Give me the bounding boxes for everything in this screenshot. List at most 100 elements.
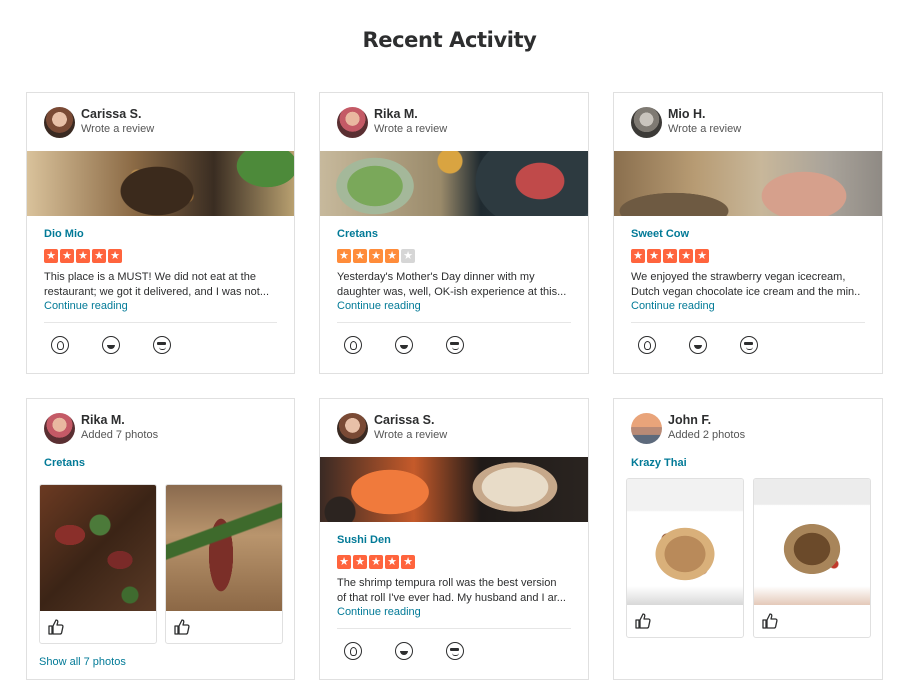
cool-icon[interactable] bbox=[740, 336, 758, 354]
review-snippet: The shrimp tempura roll was the best ver… bbox=[337, 577, 566, 604]
activity-type: Added 2 photos bbox=[668, 429, 746, 441]
cool-icon[interactable] bbox=[446, 336, 464, 354]
star-icon: ★ bbox=[92, 249, 106, 263]
thumbs-up-icon[interactable] bbox=[635, 613, 651, 629]
review-photo[interactable] bbox=[320, 151, 588, 216]
star-icon: ★ bbox=[353, 555, 367, 569]
star-icon: ★ bbox=[679, 249, 693, 263]
food-photo bbox=[754, 479, 870, 605]
avatar[interactable] bbox=[44, 412, 75, 444]
star-icon: ★ bbox=[108, 249, 122, 263]
avatar[interactable] bbox=[631, 412, 662, 444]
activity-type: Wrote a review bbox=[374, 429, 448, 441]
useful-icon[interactable] bbox=[51, 336, 69, 354]
activity-card: Rika M. Added 7 photos Cretans Show all … bbox=[26, 398, 295, 680]
continue-reading-link[interactable]: Continue reading bbox=[631, 300, 715, 312]
user-name[interactable]: Carissa S. bbox=[81, 107, 154, 122]
review-photo[interactable] bbox=[614, 151, 882, 216]
activity-card: Mio H. Wrote a review Sweet Cow ★ ★ ★ ★ … bbox=[613, 92, 883, 374]
user-name[interactable]: John F. bbox=[668, 413, 745, 428]
reaction-bar bbox=[638, 336, 758, 354]
funny-icon[interactable] bbox=[689, 336, 707, 354]
avatar[interactable] bbox=[44, 106, 75, 138]
cool-icon[interactable] bbox=[153, 336, 171, 354]
star-icon: ★ bbox=[369, 249, 383, 263]
useful-icon[interactable] bbox=[344, 336, 362, 354]
card-header: Mio H. Wrote a review bbox=[631, 106, 741, 138]
avatar[interactable] bbox=[337, 106, 368, 138]
continue-reading-link[interactable]: Continue reading bbox=[44, 300, 128, 312]
reaction-bar bbox=[344, 336, 464, 354]
cool-icon[interactable] bbox=[446, 642, 464, 660]
useful-icon[interactable] bbox=[344, 642, 362, 660]
activity-type: Wrote a review bbox=[81, 123, 155, 135]
avatar[interactable] bbox=[337, 412, 368, 444]
section-title: Recent Activity bbox=[362, 28, 537, 52]
star-icon: ★ bbox=[631, 249, 645, 263]
star-icon: ★ bbox=[44, 249, 58, 263]
divider bbox=[337, 628, 571, 629]
activity-type: Added 7 photos bbox=[81, 429, 159, 441]
activity-type: Wrote a review bbox=[374, 123, 448, 135]
funny-icon[interactable] bbox=[395, 642, 413, 660]
star-icon: ★ bbox=[337, 555, 351, 569]
star-icon: ★ bbox=[401, 555, 415, 569]
user-name[interactable]: Rika M. bbox=[81, 413, 158, 428]
thumbs-up-icon[interactable] bbox=[48, 619, 64, 635]
business-link[interactable]: Sweet Cow bbox=[631, 228, 689, 240]
funny-icon[interactable] bbox=[395, 336, 413, 354]
business-link[interactable]: Krazy Thai bbox=[631, 457, 687, 469]
star-icon: ★ bbox=[385, 249, 399, 263]
star-icon: ★ bbox=[401, 249, 415, 263]
star-icon: ★ bbox=[385, 555, 399, 569]
activity-card: Carissa S. Wrote a review Dio Mio ★ ★ ★ … bbox=[26, 92, 295, 374]
continue-reading-link[interactable]: Continue reading bbox=[337, 300, 421, 312]
star-icon: ★ bbox=[369, 555, 383, 569]
thumbs-up-icon[interactable] bbox=[174, 619, 190, 635]
star-icon: ★ bbox=[337, 249, 351, 263]
user-name[interactable]: Mio H. bbox=[668, 107, 741, 122]
user-name[interactable]: Carissa S. bbox=[374, 413, 447, 428]
card-header: John F. Added 2 photos bbox=[631, 412, 745, 444]
divider bbox=[631, 322, 865, 323]
food-photo bbox=[166, 485, 282, 611]
photo-thumbnail[interactable] bbox=[39, 484, 157, 644]
review-photo[interactable] bbox=[320, 457, 588, 522]
business-link[interactable]: Cretans bbox=[337, 228, 378, 240]
activity-type: Wrote a review bbox=[668, 123, 742, 135]
user-name[interactable]: Rika M. bbox=[374, 107, 447, 122]
star-rating: ★ ★ ★ ★ ★ bbox=[337, 555, 415, 569]
funny-icon[interactable] bbox=[102, 336, 120, 354]
star-icon: ★ bbox=[647, 249, 661, 263]
avatar[interactable] bbox=[631, 106, 662, 138]
review-snippet: This place is a MUST! We did not eat at … bbox=[44, 271, 270, 298]
card-header: Carissa S. Wrote a review bbox=[337, 412, 447, 444]
photo-thumbnail[interactable] bbox=[626, 478, 744, 638]
card-header: Rika M. Added 7 photos bbox=[44, 412, 158, 444]
useful-icon[interactable] bbox=[638, 336, 656, 354]
review-photo[interactable] bbox=[27, 151, 294, 216]
card-header: Rika M. Wrote a review bbox=[337, 106, 447, 138]
photo-thumbnail[interactable] bbox=[753, 478, 871, 638]
star-icon: ★ bbox=[663, 249, 677, 263]
business-link[interactable]: Sushi Den bbox=[337, 534, 391, 546]
card-header: Carissa S. Wrote a review bbox=[44, 106, 154, 138]
like-area bbox=[40, 611, 156, 643]
activity-card: Rika M. Wrote a review Cretans ★ ★ ★ ★ ★… bbox=[319, 92, 589, 374]
star-icon: ★ bbox=[695, 249, 709, 263]
show-all-photos-link[interactable]: Show all 7 photos bbox=[39, 656, 126, 668]
business-link[interactable]: Cretans bbox=[44, 457, 85, 469]
continue-reading-link[interactable]: Continue reading bbox=[337, 606, 421, 618]
business-link[interactable]: Dio Mio bbox=[44, 228, 84, 240]
photo-thumbnail[interactable] bbox=[165, 484, 283, 644]
thumbs-up-icon[interactable] bbox=[762, 613, 778, 629]
food-photo bbox=[40, 485, 156, 611]
activity-card: Carissa S. Wrote a review Sushi Den ★ ★ … bbox=[319, 398, 589, 680]
food-photo bbox=[627, 479, 743, 605]
divider bbox=[44, 322, 277, 323]
divider bbox=[337, 322, 571, 323]
review-snippet: Yesterday's Mother's Day dinner with my … bbox=[337, 271, 567, 298]
like-area bbox=[627, 605, 743, 637]
star-rating: ★ ★ ★ ★ ★ bbox=[44, 249, 122, 263]
like-area bbox=[166, 611, 282, 643]
